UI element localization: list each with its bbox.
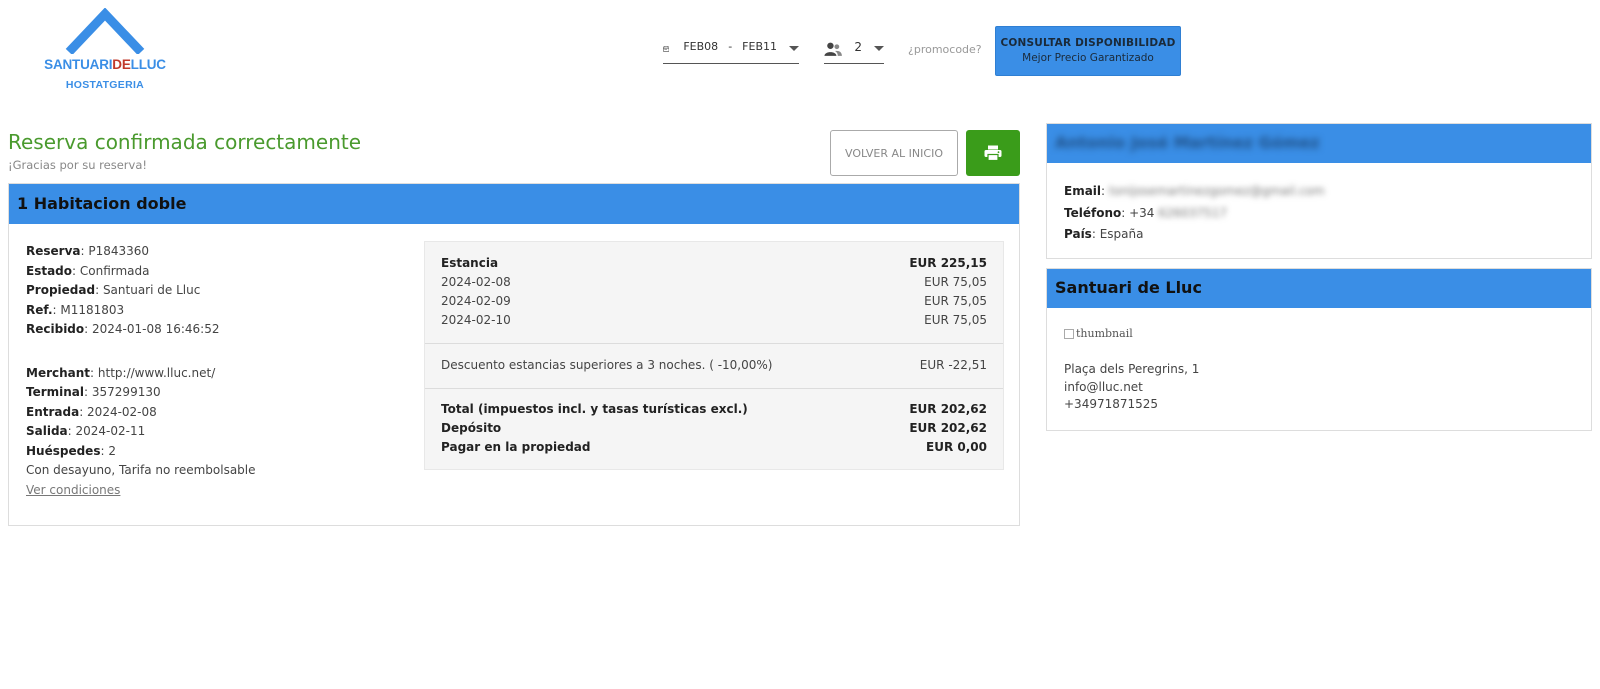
property-address: Plaça dels Peregrins, 1 xyxy=(1064,362,1200,376)
date-separator: - xyxy=(728,40,733,53)
guest-email: Email: tonijosemartinezgomez@gmail.com xyxy=(1064,184,1325,198)
check-availability-button[interactable]: CONSULTAR DISPONIBILIDAD Mejor Precio Ga… xyxy=(995,26,1181,76)
guests-selector[interactable]: 2 xyxy=(824,40,884,64)
booking-details: Reserva: P1843360 Estado: Confirmada Pro… xyxy=(26,242,256,500)
brand-logo[interactable]: SANTUARIDELLUC HOSTATGERIA xyxy=(40,8,170,94)
back-home-button[interactable]: VOLVER AL INICIO xyxy=(830,130,958,176)
guest-card: Antonio José Martínez Gómez Email: tonij… xyxy=(1046,123,1592,259)
calendar-icon xyxy=(663,46,670,52)
room-header: 1 Habitacion doble xyxy=(9,184,1019,224)
detail-salida: Salida: 2024-02-11 xyxy=(26,424,146,438)
stay-row: Estancia EUR 225,15 xyxy=(441,256,987,270)
date-to: FEB11 xyxy=(742,40,777,53)
detail-reserva: Reserva: P1843360 xyxy=(26,244,150,258)
cta-sublabel: Mejor Precio Garantizado xyxy=(1022,52,1154,64)
discount-row: Descuento estancias superiores a 3 noche… xyxy=(441,358,987,372)
chevron-down-icon xyxy=(874,46,884,51)
detail-estado: Estado: Confirmada xyxy=(26,263,150,278)
guest-country: País: España xyxy=(1064,227,1144,241)
price-breakdown: Estancia EUR 225,15 2024-02-08 EUR 75,05 2… xyxy=(424,241,1004,470)
chevron-down-icon xyxy=(789,46,799,51)
property-header: Santuari de Lluc xyxy=(1047,269,1591,308)
broken-image-icon xyxy=(1064,328,1074,339)
detail-terminal: Terminal: 357299130 xyxy=(26,385,161,399)
guest-name: Antonio José Martínez Gómez xyxy=(1055,133,1320,152)
guests-count: 2 xyxy=(854,40,862,54)
page-title: Reserva confirmada correctamente xyxy=(8,130,362,154)
roof-icon xyxy=(65,8,145,54)
detail-entrada: Entrada: 2024-02-08 xyxy=(26,404,157,419)
date-range-picker[interactable]: FEB08 - FEB11 xyxy=(663,40,799,64)
detail-propiedad: Propiedad: Santuari de Lluc xyxy=(26,283,201,297)
detail-recibido: Recibido: 2024-01-08 16:46:52 xyxy=(26,322,220,336)
guest-header: Antonio José Martínez Gómez xyxy=(1047,124,1591,163)
detail-merchant: Merchant: http://www.lluc.net/ xyxy=(26,365,216,380)
promocode-link[interactable]: ¿promocode? xyxy=(908,43,982,56)
detail-ref: Ref.: M1181803 xyxy=(26,302,125,317)
total-row: Total (impuestos incl. y tasas turística… xyxy=(441,402,987,416)
property-phone[interactable]: +34971871525 xyxy=(1064,396,1199,414)
night-row: 2024-02-09 EUR 75,05 xyxy=(441,294,987,308)
detail-huespedes: Huéspedes: 2 xyxy=(26,443,116,458)
date-from: FEB08 xyxy=(683,40,719,53)
printer-icon xyxy=(984,145,1002,161)
deposit-row: Depósito EUR 202,62 xyxy=(441,421,987,435)
people-icon xyxy=(824,42,842,56)
room-card: 1 Habitacion doble Reserva: P1843360 Est… xyxy=(8,183,1020,526)
property-card: Santuari de Lluc thumbnail Plaça dels Pe… xyxy=(1046,268,1592,431)
page-subtitle: ¡Gracias por su reserva! xyxy=(8,158,147,172)
cta-label: CONSULTAR DISPONIBILIDAD xyxy=(1000,37,1176,49)
property-email[interactable]: info@lluc.net xyxy=(1064,379,1199,397)
night-row: 2024-02-10 EUR 75,05 xyxy=(441,313,987,327)
brand-subtitle: HOSTATGERIA xyxy=(65,79,145,91)
print-button[interactable] xyxy=(966,130,1020,176)
brand-name: SANTUARIDELLUC xyxy=(44,57,166,72)
guest-phone: Teléfono: +34 626037517 xyxy=(1064,205,1227,220)
conditions-link[interactable]: Ver condiciones xyxy=(26,483,120,497)
pay-at-property-row: Pagar en la propiedad EUR 0,00 xyxy=(441,440,987,454)
rate-note: Con desayuno, Tarifa no reembolsable xyxy=(26,463,256,477)
property-thumbnail: thumbnail xyxy=(1064,327,1133,340)
night-row: 2024-02-08 EUR 75,05 xyxy=(441,275,987,289)
